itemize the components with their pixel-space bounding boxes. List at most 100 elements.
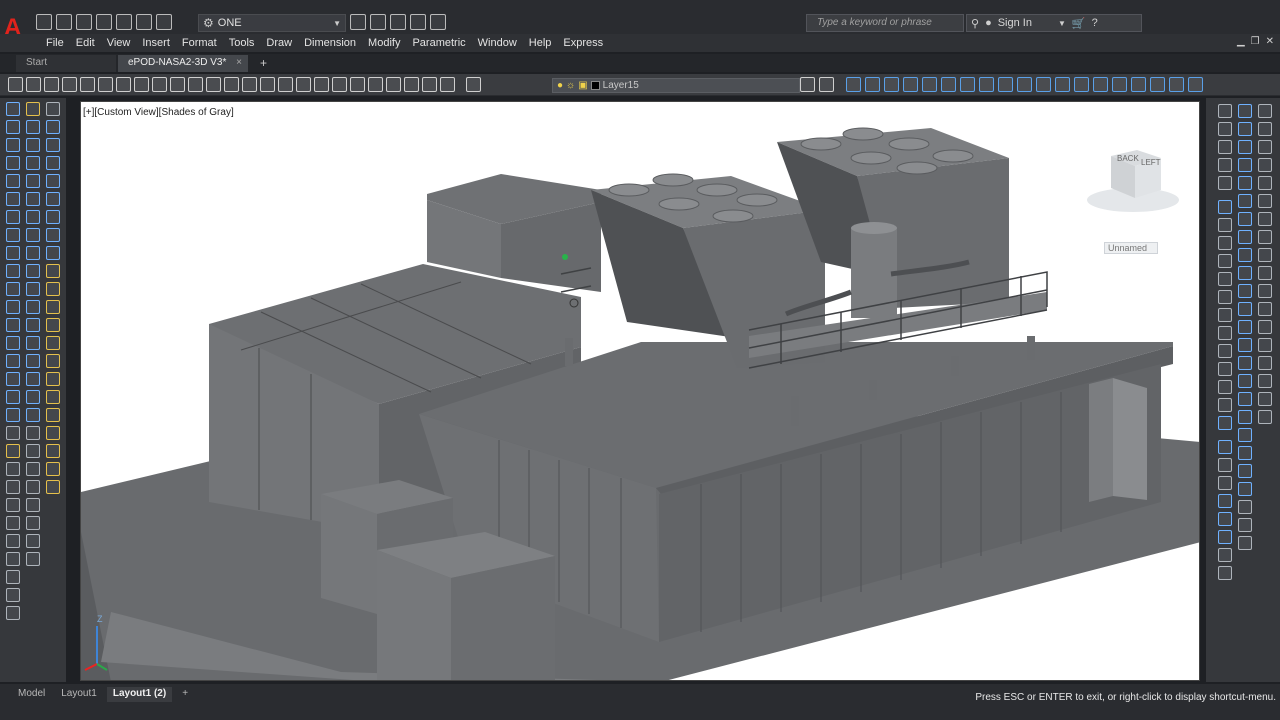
copy-faces-icon[interactable] bbox=[46, 390, 60, 404]
helix-icon[interactable] bbox=[6, 534, 20, 548]
box-icon[interactable] bbox=[1238, 122, 1252, 136]
copy-edges-icon[interactable] bbox=[46, 426, 60, 440]
share-icon[interactable] bbox=[390, 14, 406, 30]
spotlight-icon[interactable] bbox=[1218, 398, 1232, 412]
quickcalc-icon[interactable] bbox=[422, 77, 437, 92]
design-center-icon[interactable] bbox=[350, 77, 365, 92]
3d-rotate-icon[interactable] bbox=[1238, 446, 1252, 460]
view-back-icon[interactable] bbox=[1218, 290, 1232, 304]
polyline-icon[interactable] bbox=[6, 138, 20, 152]
offset-icon[interactable] bbox=[26, 156, 40, 170]
table-icon[interactable] bbox=[6, 408, 20, 422]
view-top-icon[interactable] bbox=[1218, 218, 1232, 232]
solid-edit-icon[interactable] bbox=[46, 264, 60, 278]
spline-icon[interactable] bbox=[6, 246, 20, 260]
new-file-icon[interactable] bbox=[36, 14, 52, 30]
camera-icon[interactable] bbox=[1218, 566, 1232, 580]
boundary-icon[interactable] bbox=[6, 462, 20, 476]
layer-dropdown[interactable]: ● ☼ ▣ Layer15 bbox=[552, 78, 800, 93]
zoom-realtime-icon[interactable] bbox=[278, 77, 293, 92]
3dpoly-icon[interactable] bbox=[6, 552, 20, 566]
box-solid-icon[interactable] bbox=[1258, 122, 1272, 136]
layer-properties-icon[interactable] bbox=[466, 77, 481, 92]
material-browser-icon[interactable] bbox=[1218, 530, 1232, 544]
layer-previous-icon[interactable] bbox=[819, 77, 834, 92]
extrude-icon[interactable] bbox=[1238, 284, 1252, 298]
walk-icon[interactable] bbox=[1218, 176, 1232, 190]
properties-icon[interactable] bbox=[332, 77, 347, 92]
new-tab-button[interactable]: + bbox=[254, 55, 276, 72]
polygon-icon[interactable] bbox=[6, 156, 20, 170]
polysolid-icon[interactable] bbox=[1238, 104, 1252, 118]
preview-icon[interactable] bbox=[80, 77, 95, 92]
pan-icon[interactable] bbox=[260, 77, 275, 92]
paint-icon[interactable] bbox=[6, 570, 20, 584]
move-icon[interactable] bbox=[26, 192, 40, 206]
cylinder-icon[interactable] bbox=[1238, 194, 1252, 208]
tab-model[interactable]: Model bbox=[12, 687, 51, 702]
break-icon[interactable] bbox=[26, 318, 40, 332]
ellipse-arc-icon[interactable] bbox=[6, 282, 20, 296]
quick-dimension-icon[interactable] bbox=[26, 552, 40, 566]
thicken-icon[interactable] bbox=[1238, 518, 1252, 532]
open-icon[interactable] bbox=[26, 77, 41, 92]
revolve-icon[interactable] bbox=[1238, 338, 1252, 352]
3d-array-icon[interactable] bbox=[1238, 482, 1252, 496]
clean-icon[interactable] bbox=[46, 480, 60, 494]
text-icon[interactable] bbox=[6, 426, 20, 440]
menu-format[interactable]: Format bbox=[176, 37, 223, 49]
hatch-edit-icon[interactable] bbox=[46, 138, 60, 152]
donut-icon[interactable] bbox=[6, 498, 20, 512]
section-plane-icon[interactable] bbox=[1238, 536, 1252, 550]
zoom-icon[interactable] bbox=[1218, 122, 1232, 136]
scale-icon[interactable] bbox=[26, 228, 40, 242]
undo-icon[interactable] bbox=[136, 14, 152, 30]
drawing-viewport[interactable]: [+][Custom View][Shades of Gray] BACK LE… bbox=[80, 101, 1200, 681]
3d-print-icon[interactable] bbox=[116, 77, 131, 92]
zoom-icon[interactable] bbox=[6, 588, 20, 602]
swivel-icon[interactable] bbox=[1218, 158, 1232, 172]
arc-icon[interactable] bbox=[941, 77, 956, 92]
view-right-icon[interactable] bbox=[1218, 272, 1232, 286]
save-icon[interactable] bbox=[44, 77, 59, 92]
light-icon[interactable] bbox=[1218, 380, 1232, 394]
save-icon[interactable] bbox=[76, 14, 92, 30]
attribute-manager-icon[interactable] bbox=[46, 246, 60, 260]
rectangle-icon[interactable] bbox=[6, 174, 20, 188]
line-icon[interactable] bbox=[6, 102, 20, 116]
cut-icon[interactable] bbox=[134, 77, 149, 92]
sphere-icon[interactable] bbox=[1218, 416, 1232, 430]
menu-edit[interactable]: Edit bbox=[70, 37, 101, 49]
tab-layout1-2[interactable]: Layout1 (2) bbox=[106, 687, 173, 702]
merge-face-icon[interactable] bbox=[1258, 338, 1272, 352]
plot-icon[interactable] bbox=[350, 14, 366, 30]
rotate-faces-icon[interactable] bbox=[46, 354, 60, 368]
insert-block-icon[interactable] bbox=[1055, 77, 1070, 92]
revcloud-icon[interactable] bbox=[6, 228, 20, 242]
print-icon[interactable] bbox=[116, 14, 132, 30]
dimension-angular-icon[interactable] bbox=[26, 534, 40, 548]
insert-icon[interactable] bbox=[6, 300, 20, 314]
explode-icon[interactable] bbox=[26, 408, 40, 422]
dimension-radius-icon[interactable] bbox=[26, 498, 40, 512]
render-icon[interactable] bbox=[1218, 440, 1232, 454]
zoom-window-icon[interactable] bbox=[296, 77, 311, 92]
menu-dimension[interactable]: Dimension bbox=[298, 37, 362, 49]
open-file-icon[interactable] bbox=[56, 14, 72, 30]
presspull-icon[interactable] bbox=[1238, 302, 1252, 316]
dimension-aligned-icon[interactable] bbox=[26, 444, 40, 458]
view-sw-icon[interactable] bbox=[1218, 308, 1232, 322]
point-icon[interactable] bbox=[1093, 77, 1108, 92]
wedge-icon[interactable] bbox=[1238, 140, 1252, 154]
help-icon[interactable] bbox=[440, 77, 455, 92]
sphere-mesh-icon[interactable] bbox=[1258, 176, 1272, 190]
help-icon[interactable]: ? bbox=[1092, 17, 1098, 29]
undo-icon[interactable] bbox=[224, 77, 239, 92]
rectangle-icon[interactable] bbox=[922, 77, 937, 92]
render-icon[interactable] bbox=[410, 14, 426, 30]
menu-modify[interactable]: Modify bbox=[362, 37, 406, 49]
draworder-icon[interactable] bbox=[46, 120, 60, 134]
loft-icon[interactable] bbox=[1238, 356, 1252, 370]
cone-solid-icon[interactable] bbox=[1258, 158, 1272, 172]
torus-icon[interactable] bbox=[1238, 212, 1252, 226]
